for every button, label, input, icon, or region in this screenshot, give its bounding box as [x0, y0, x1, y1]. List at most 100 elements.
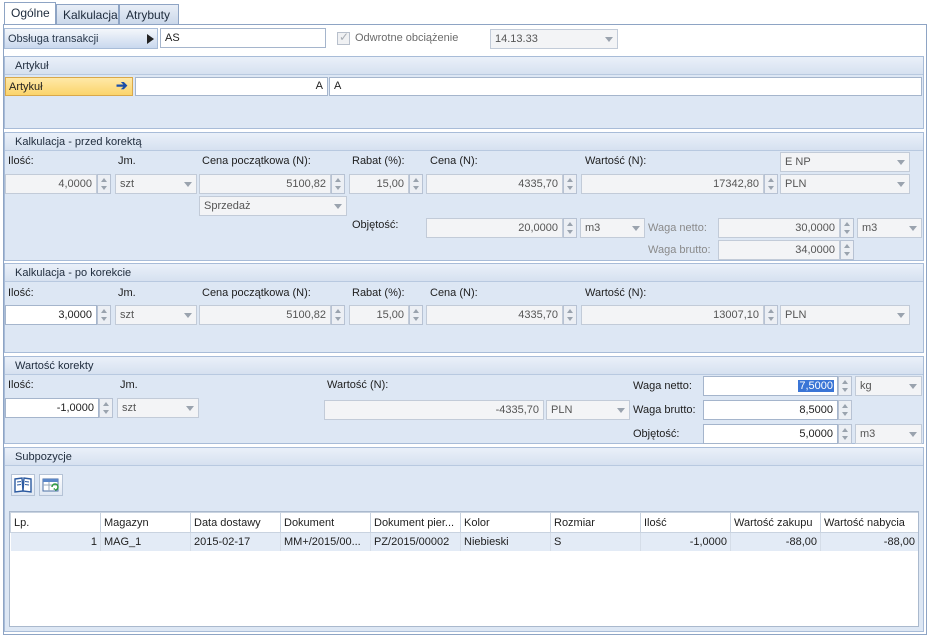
- column-header[interactable]: Wartość zakupu: [730, 512, 821, 533]
- after-currency-value: PLN: [785, 309, 807, 321]
- after-discount-input[interactable]: 15,00: [349, 305, 409, 325]
- chevron-down-icon: [897, 160, 905, 165]
- before-vat-value: E NP: [785, 156, 811, 168]
- before-gross-weight-spinner[interactable]: [840, 240, 854, 260]
- after-price-label: Cena (N):: [430, 287, 478, 299]
- after-unit-label: Jm.: [118, 287, 136, 299]
- group-before-title: Kalkulacja - przed korektą: [5, 133, 923, 151]
- checkmark-icon: ✓: [339, 30, 350, 44]
- group-artykul-title: Artykuł: [5, 57, 923, 75]
- after-start-price-input[interactable]: 5100,82: [199, 305, 331, 325]
- before-price-spinner[interactable]: [563, 174, 577, 194]
- correction-unit-select[interactable]: szt: [117, 398, 199, 418]
- reverse-charge-checkbox[interactable]: ✓: [337, 30, 350, 45]
- artykul-code-input[interactable]: A: [135, 77, 328, 96]
- correction-net-weight-spinner[interactable]: [838, 376, 852, 396]
- before-price-input[interactable]: 4335,70: [426, 174, 563, 194]
- chevron-down-icon: [184, 313, 192, 318]
- correction-qty-label: Ilość:: [8, 379, 34, 391]
- artykul-name-input[interactable]: A: [329, 77, 922, 96]
- correction-gross-weight-input[interactable]: 8,5000: [703, 400, 838, 420]
- before-unit-value: szt: [120, 178, 135, 190]
- column-header[interactable]: Dokument: [280, 512, 371, 533]
- before-start-price-label: Cena początkowa (N):: [202, 155, 311, 167]
- before-qty-label: Ilość:: [8, 155, 34, 167]
- after-start-price-label: Cena początkowa (N):: [202, 287, 311, 299]
- correction-qty-spinner[interactable]: [99, 398, 113, 418]
- transaction-input[interactable]: AS: [160, 28, 326, 48]
- before-value-input[interactable]: 17342,80: [581, 174, 764, 194]
- reverse-charge-label: Odwrotne obciążenie: [355, 32, 459, 44]
- before-volume-unit-select[interactable]: m3: [580, 218, 645, 238]
- after-value-spinner[interactable]: [764, 305, 778, 325]
- subpositions-table: Lp. Magazyn Data dostawy Dokument Dokume…: [10, 512, 918, 551]
- before-start-price-spinner[interactable]: [331, 174, 345, 194]
- column-header[interactable]: Lp.: [10, 512, 101, 533]
- after-value-input[interactable]: 13007,10: [581, 305, 764, 325]
- before-net-weight-input[interactable]: 30,0000: [718, 218, 840, 238]
- correction-currency-select[interactable]: PLN: [546, 400, 630, 420]
- before-qty-spinner[interactable]: [97, 174, 111, 194]
- arrow-right-icon: ➔: [116, 77, 128, 93]
- table-cell: PZ/2015/00002: [370, 532, 461, 551]
- play-arrow-icon: [147, 34, 154, 44]
- correction-currency-value: PLN: [551, 404, 573, 416]
- table-refresh-icon: [42, 478, 59, 492]
- refresh-list-button[interactable]: [39, 474, 63, 496]
- before-vat-select[interactable]: E NP: [780, 152, 910, 172]
- column-header[interactable]: Data dostawy: [190, 512, 281, 533]
- artykul-button[interactable]: Artykuł ➔: [5, 77, 133, 96]
- column-header[interactable]: Dokument pier...: [370, 512, 461, 533]
- correction-qty-input[interactable]: -1,0000: [5, 398, 99, 418]
- correction-volume-unit-value: m3: [860, 428, 876, 440]
- correction-gross-weight-spinner[interactable]: [838, 400, 852, 420]
- before-price-type-select[interactable]: Sprzedaż: [199, 196, 347, 216]
- tab-kalkulacja[interactable]: Kalkulacja: [56, 4, 119, 24]
- correction-volume-spinner[interactable]: [838, 424, 852, 444]
- before-discount-input[interactable]: 15,00: [349, 174, 409, 194]
- after-qty-input[interactable]: 3,0000: [5, 305, 97, 325]
- before-value-spinner[interactable]: [764, 174, 778, 194]
- table-cell: MM+/2015/00...: [280, 532, 371, 551]
- before-unit-select[interactable]: szt: [115, 174, 197, 194]
- code-select[interactable]: 14.13.33: [490, 29, 618, 49]
- open-book-button[interactable]: [11, 474, 35, 496]
- before-net-weight-spinner[interactable]: [840, 218, 854, 238]
- before-currency-select[interactable]: PLN: [780, 174, 910, 194]
- table-row[interactable]: 1 MAG_1 2015-02-17 MM+/2015/00... PZ/201…: [10, 532, 918, 551]
- correction-value-input[interactable]: -4335,70: [324, 400, 544, 420]
- correction-net-weight-unit-select[interactable]: kg: [855, 376, 922, 396]
- column-header[interactable]: Kolor: [460, 512, 551, 533]
- after-unit-select[interactable]: szt: [115, 305, 197, 325]
- after-price-spinner[interactable]: [563, 305, 577, 325]
- column-header[interactable]: Magazyn: [100, 512, 191, 533]
- transaction-button[interactable]: Obsługa transakcji: [4, 28, 158, 49]
- tab-atrybuty[interactable]: Atrybuty: [119, 4, 179, 24]
- table-cell: 2015-02-17: [190, 532, 281, 551]
- correction-volume-input[interactable]: 5,0000: [703, 424, 838, 444]
- after-start-price-spinner[interactable]: [331, 305, 345, 325]
- tab-ogolne[interactable]: Ogólne: [4, 2, 56, 25]
- after-currency-select[interactable]: PLN: [780, 305, 910, 325]
- before-gross-weight-input[interactable]: 34,0000: [718, 240, 840, 260]
- table-cell: MAG_1: [100, 532, 191, 551]
- before-volume-input[interactable]: 20,0000: [426, 218, 563, 238]
- chevron-down-icon: [909, 384, 917, 389]
- chevron-down-icon: [897, 182, 905, 187]
- column-header[interactable]: Rozmiar: [550, 512, 641, 533]
- correction-volume-unit-select[interactable]: m3: [855, 424, 922, 444]
- after-price-input[interactable]: 4335,70: [426, 305, 563, 325]
- subpositions-grid[interactable]: Lp. Magazyn Data dostawy Dokument Dokume…: [9, 511, 919, 627]
- before-discount-spinner[interactable]: [409, 174, 423, 194]
- column-header[interactable]: Wartość nabycia: [820, 512, 918, 533]
- correction-net-weight-input[interactable]: 7,5000: [703, 376, 838, 396]
- before-weight-unit-select[interactable]: m3: [857, 218, 922, 238]
- before-volume-spinner[interactable]: [563, 218, 577, 238]
- before-qty-input[interactable]: 4,0000: [5, 174, 97, 194]
- before-start-price-input[interactable]: 5100,82: [199, 174, 331, 194]
- before-gross-weight-label: Waga brutto:: [648, 244, 711, 256]
- after-discount-spinner[interactable]: [409, 305, 423, 325]
- table-cell: Niebieski: [460, 532, 551, 551]
- column-header[interactable]: Ilość: [640, 512, 731, 533]
- after-qty-spinner[interactable]: [97, 305, 111, 325]
